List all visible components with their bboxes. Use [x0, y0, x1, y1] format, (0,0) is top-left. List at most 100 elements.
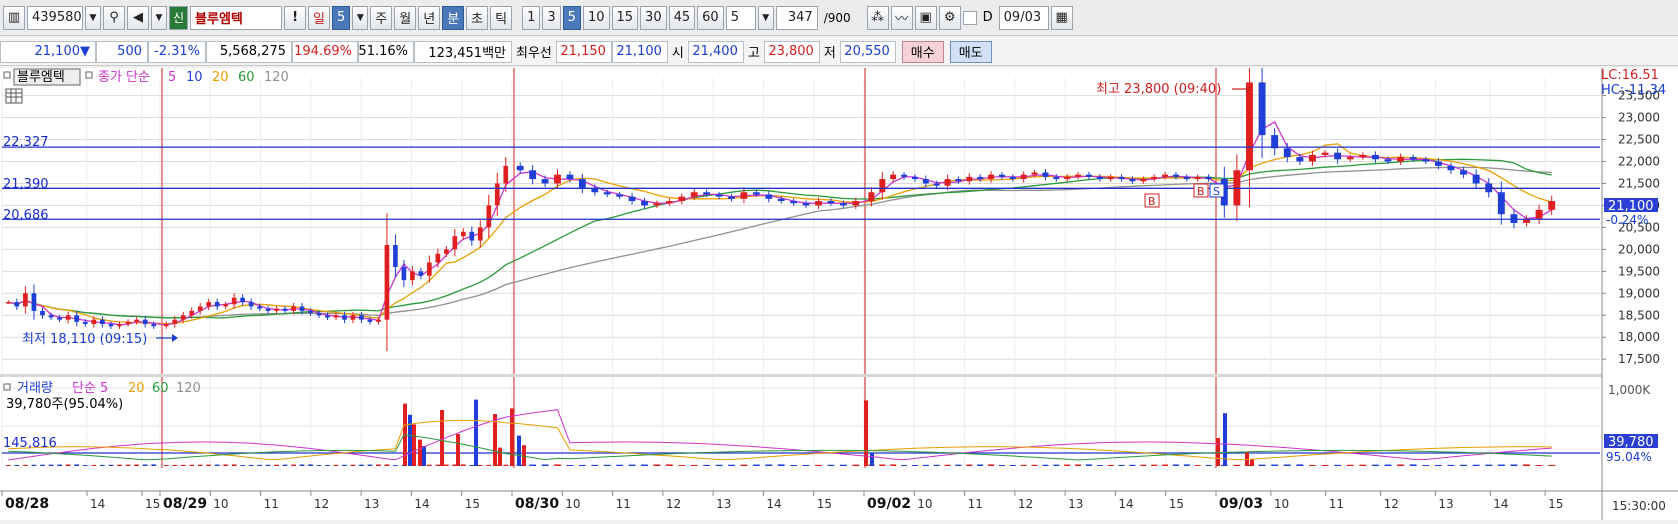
period-tick-button[interactable]: 틱 [490, 5, 513, 30]
minute-60-button[interactable]: 60 [697, 5, 724, 30]
period-month-button[interactable]: 월 [394, 5, 417, 30]
volume-bar [282, 464, 288, 466]
hc-label: HC:-11.34 [1601, 83, 1666, 98]
volume-bar [206, 464, 212, 466]
buy-button[interactable]: 매수 [901, 40, 944, 63]
volume-bar [1064, 464, 1071, 466]
high-annotation: 최고 23,800 (09:40) [1096, 82, 1221, 97]
volume-ma5-legend: 단순 5 [72, 381, 108, 396]
calendar-icon[interactable]: ▦ [1050, 5, 1073, 30]
chart-menu-icon[interactable]: ▥ [3, 5, 25, 30]
volume-bar [852, 464, 860, 466]
panel-separator[interactable] [0, 374, 1602, 377]
period-minute-button[interactable]: 분 [442, 5, 465, 30]
candle-body [350, 315, 356, 320]
candle-body [1283, 148, 1291, 158]
minute-45-button[interactable]: 45 [668, 5, 696, 30]
minute-5-button[interactable]: 5 [562, 5, 581, 30]
period-year-button[interactable]: 년 [418, 5, 441, 30]
volume-bar [628, 464, 636, 466]
candle-body [578, 179, 586, 188]
minute-10-button[interactable]: 10 [582, 5, 610, 30]
volume-bar [503, 464, 509, 466]
count-dropdown-icon[interactable]: ▼ [757, 5, 774, 30]
change-value: 500 [96, 40, 148, 63]
minute-15-button[interactable]: 15 [611, 5, 639, 30]
gear-icon[interactable]: ⚙ [938, 5, 961, 30]
period-n-button[interactable]: 5 [332, 5, 351, 30]
table-view-icon[interactable] [5, 88, 23, 104]
candle-body [678, 196, 686, 202]
volume-bar [350, 464, 356, 466]
high-label: 고 [747, 46, 760, 61]
candle-body [1042, 172, 1049, 177]
candle-body [852, 201, 860, 206]
period-second-button[interactable]: 초 [466, 5, 489, 30]
period-week-button[interactable]: 주 [370, 5, 393, 30]
chart-area[interactable]: 17,500 18,000 18,500 19,000 19,500 20,000 20,5… [0, 45, 1678, 520]
speaker-icon[interactable]: ◀ [127, 5, 149, 30]
count-input[interactable]: 5 [725, 5, 756, 30]
candle-body [740, 192, 748, 199]
volume-bar [1523, 464, 1530, 466]
time-axis-label: 15 [817, 497, 832, 511]
volume-bar [1205, 464, 1212, 466]
time-axis-label: 11 [968, 497, 983, 511]
candle-body [14, 302, 20, 307]
volume-bar [460, 464, 466, 466]
buy-marker-2-label: B [1197, 185, 1205, 198]
candle-body [384, 244, 390, 320]
candle-body [1460, 170, 1468, 175]
search-icon[interactable]: ⚲ [103, 5, 125, 30]
speaker-dropdown-icon[interactable]: ▼ [151, 5, 167, 30]
volume-bar [554, 464, 561, 466]
volume-bar [108, 464, 114, 466]
candle-body [231, 297, 237, 305]
candle-body [503, 165, 509, 184]
period-day-button[interactable]: 일 [308, 5, 331, 30]
candle-body [1064, 176, 1071, 180]
time-axis-label: 10 [1274, 497, 1289, 511]
candle-body [1205, 176, 1212, 180]
volume-bar [1162, 464, 1169, 466]
volume-bar [117, 464, 122, 466]
minute-1-button[interactable]: 1 [522, 5, 541, 30]
candle-body [1172, 174, 1179, 177]
page-count-input[interactable]: 347 [775, 5, 818, 30]
date-input[interactable]: 09/03 [998, 5, 1049, 30]
minute-30-button[interactable]: 30 [640, 5, 667, 30]
candle-body [376, 319, 381, 322]
time-axis-label: 15 [1548, 497, 1563, 511]
volume-bar [308, 464, 313, 466]
volume-pct-label: 95.04% [1606, 450, 1652, 464]
open-label: 시 [671, 46, 684, 61]
low-annotation: 최저 18,110 (09:15) [22, 332, 147, 347]
volume-bar [901, 465, 908, 466]
volume-bar [1042, 464, 1049, 466]
volume-bar [1321, 464, 1329, 466]
volume-bar [142, 464, 148, 466]
code-dropdown-icon[interactable]: ▼ [85, 5, 101, 30]
period-n-dropdown-icon[interactable]: ▼ [352, 5, 369, 30]
candle-body [1334, 152, 1342, 160]
sell-button[interactable]: 매도 [949, 40, 992, 63]
volume-bar [189, 464, 195, 466]
volume-bar [23, 464, 28, 466]
credit-badge: 신 [169, 5, 189, 30]
trendline-icon[interactable]: 〰 [890, 5, 913, 30]
stock-name-field[interactable]: 블루엠텍 [190, 5, 283, 30]
volume-bar [1107, 464, 1114, 466]
info-button[interactable]: ! [284, 5, 307, 30]
d-checkbox[interactable] [962, 10, 977, 25]
stock-code-input[interactable]: 439580 [27, 5, 83, 30]
level-label-2: 21,390 [3, 177, 49, 192]
volume-bar [1447, 464, 1455, 466]
minute-3-button[interactable]: 3 [542, 5, 561, 30]
volume-bar [1031, 464, 1038, 466]
volume-bar [529, 464, 537, 466]
save-icon[interactable]: ▣ [914, 5, 937, 30]
indicator-icon[interactable]: ⁂ [866, 5, 889, 30]
chart-canvas[interactable]: 17,50018,00018,50019,00019,50020,00020,5… [0, 45, 1678, 520]
volume-bar [1497, 464, 1505, 466]
volume-value: 5,568,275 [206, 40, 292, 63]
